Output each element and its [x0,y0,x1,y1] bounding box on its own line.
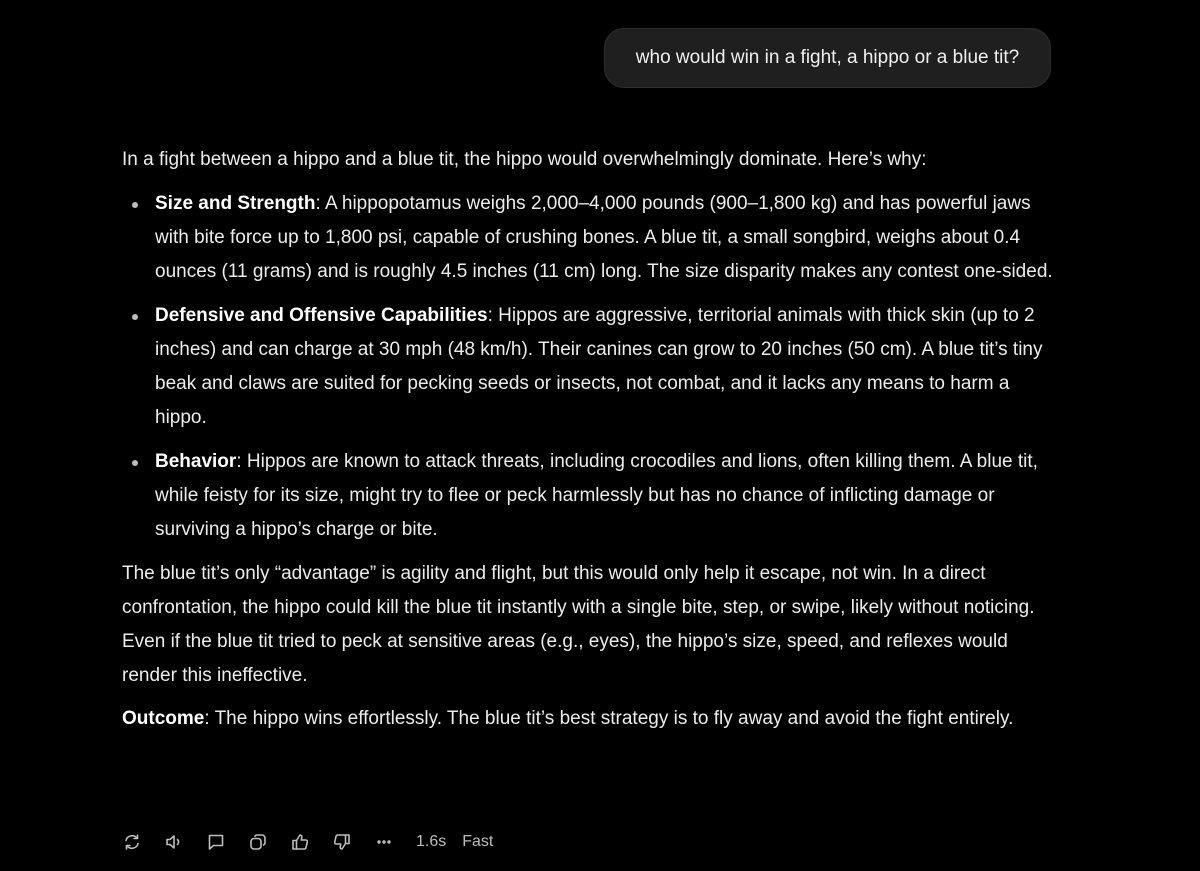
response-outcome: Outcome: The hippo wins effortlessly. Th… [122,702,1062,736]
copy-icon[interactable] [248,832,268,852]
read-aloud-icon[interactable] [164,832,184,852]
response-bullet-list: Size and Strength: A hippopotamus weighs… [122,187,1062,547]
bullet-title: Size and Strength [155,193,316,214]
bullet-size-strength: Size and Strength: A hippopotamus weighs… [122,187,1062,289]
regenerate-icon[interactable] [122,832,142,852]
user-message-text: who would win in a fight, a hippo or a b… [635,47,1020,68]
outcome-text: : The hippo wins effortlessly. The blue … [204,708,1014,729]
response-action-bar: 1.6s Fast [122,828,509,856]
user-message-bubble: who would win in a fight, a hippo or a b… [604,28,1051,88]
bullet-title: Behavior [155,451,237,472]
model-mode: Fast [462,833,494,850]
thumbs-up-icon[interactable] [290,832,310,852]
assistant-response: In a fight between a hippo and a blue ti… [122,143,1062,736]
outcome-label: Outcome [122,708,205,729]
thumbs-down-icon[interactable] [332,832,352,852]
bullet-behavior: Behavior: Hippos are known to attack thr… [122,445,1062,547]
response-paragraph: The blue tit’s only “advantage” is agili… [122,563,1035,686]
comment-icon[interactable] [206,832,226,852]
more-icon[interactable] [374,832,394,852]
bullet-capabilities: Defensive and Offensive Capabilities: Hi… [122,299,1062,435]
response-time: 1.6s [416,833,447,850]
response-intro: In a fight between a hippo and a blue ti… [122,149,927,170]
bullet-text: : Hippos are known to attack threats, in… [155,451,1038,540]
bullet-title: Defensive and Offensive Capabilities [155,305,488,326]
